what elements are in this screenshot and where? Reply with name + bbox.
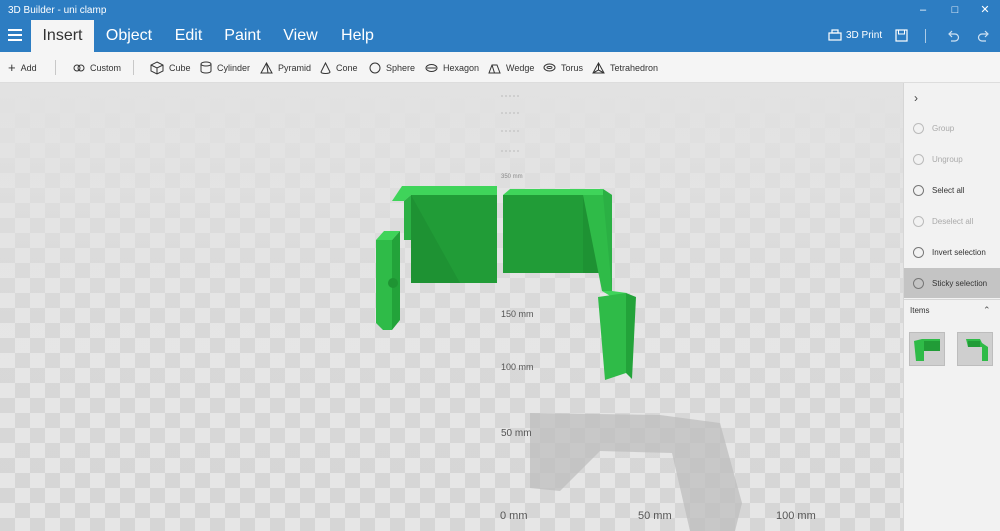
ungroup-label: Ungroup — [932, 154, 963, 164]
panel-divider — [904, 299, 1000, 300]
deselect-all-label: Deselect all — [932, 216, 974, 226]
3d-print-button[interactable]: 3D Print — [828, 20, 882, 52]
custom-button[interactable]: Custom — [73, 52, 121, 83]
torus-label: Torus — [561, 62, 584, 73]
cylinder-icon — [200, 61, 212, 74]
plus-icon: + — [8, 60, 16, 75]
printer-icon — [828, 29, 842, 41]
3d-print-label: 3D Print — [846, 30, 883, 41]
cone-button[interactable]: Cone — [320, 52, 358, 83]
tab-view[interactable]: View — [278, 20, 323, 52]
left-clamp-thumbnail-icon — [914, 339, 940, 361]
tetrahedron-label: Tetrahedron — [610, 62, 659, 73]
cylinder-label: Cylinder — [217, 62, 251, 73]
deselect-all-button[interactable]: Deselect all — [904, 206, 1000, 236]
sticky-selection-toggle[interactable]: Sticky selection — [904, 268, 1000, 298]
maximize-button[interactable]: □ — [940, 0, 970, 20]
ruler-label-100mm: 100 mm — [776, 510, 816, 522]
ruler-label-50: 50 mm — [501, 428, 532, 439]
deselect-all-icon — [913, 215, 924, 227]
distance-fog — [0, 83, 903, 531]
torus-icon — [543, 63, 556, 72]
ungroup-button[interactable]: Ungroup — [904, 144, 1000, 174]
invert-selection-icon — [913, 246, 924, 258]
select-all-icon — [913, 184, 924, 196]
add-button[interactable]: + Add — [8, 52, 37, 83]
sphere-label: Sphere — [386, 62, 416, 73]
tetrahedron-button[interactable]: Tetrahedron — [592, 52, 658, 83]
collapse-panel-chevron-icon[interactable]: › — [914, 91, 918, 105]
ruler-label-0mm: 0 mm — [500, 510, 528, 522]
cylinder-button[interactable]: Cylinder — [200, 52, 250, 83]
tetrahedron-icon — [592, 61, 605, 73]
ribbon-separator — [925, 29, 926, 43]
wedge-icon — [488, 64, 501, 73]
pyramid-label: Pyramid — [278, 62, 312, 73]
add-label: Add — [20, 62, 37, 73]
item-thumbnail-left-clamp[interactable] — [909, 332, 945, 366]
hexagon-button[interactable]: Hexagon — [425, 52, 479, 83]
collapse-items-chevron-icon[interactable]: ⌃ — [983, 305, 991, 316]
cube-label: Cube — [169, 62, 191, 73]
ribbon-tabs: Insert Object Edit Paint View Help 3D Pr… — [0, 20, 1000, 52]
pyramid-button[interactable]: Pyramid — [260, 52, 311, 83]
hexagon-icon — [425, 63, 438, 72]
ruler-label-350: 350 mm — [501, 174, 523, 180]
tab-edit[interactable]: Edit — [166, 20, 211, 52]
custom-shapes-icon — [73, 64, 85, 71]
insert-toolbar: + Add Custom Cube Cylinder Pyramid Cone … — [0, 52, 1000, 83]
toolbar-separator — [133, 60, 134, 75]
cone-icon — [320, 61, 331, 74]
toolbar-separator — [55, 60, 56, 75]
invert-selection-button[interactable]: Invert selection — [904, 237, 1000, 267]
redo-icon[interactable] — [977, 29, 991, 43]
select-all-button[interactable]: Select all — [904, 175, 1000, 205]
ruler-label-150: 150 mm — [501, 309, 534, 319]
tab-object[interactable]: Object — [98, 20, 160, 52]
minimize-button[interactable]: – — [908, 0, 938, 20]
sticky-selection-label: Sticky selection — [932, 278, 988, 288]
title-bar: 3D Builder - uni clamp – □ ✕ — [0, 0, 1000, 20]
wedge-button[interactable]: Wedge — [488, 52, 534, 83]
wedge-label: Wedge — [506, 62, 535, 73]
select-all-label: Select all — [932, 185, 965, 195]
cube-button[interactable]: Cube — [150, 52, 191, 83]
tab-paint[interactable]: Paint — [220, 20, 265, 52]
sphere-icon — [369, 62, 381, 73]
group-icon — [913, 122, 924, 134]
ruler-label-100: 100 mm — [501, 362, 534, 372]
hexagon-label: Hexagon — [443, 62, 480, 73]
sphere-button[interactable]: Sphere — [369, 52, 415, 83]
torus-button[interactable]: Torus — [543, 52, 583, 83]
save-icon[interactable] — [895, 29, 908, 42]
items-header: Items — [910, 306, 930, 315]
selection-panel: › Group Ungroup Select all Deselect all … — [903, 83, 1000, 531]
menu-icon[interactable] — [8, 29, 22, 41]
custom-label: Custom — [90, 62, 122, 73]
sticky-selection-icon — [913, 277, 924, 289]
ruler-label-50mm: 50 mm — [638, 510, 672, 522]
undo-icon[interactable] — [946, 29, 960, 43]
cube-icon — [150, 60, 164, 75]
cone-label: Cone — [336, 62, 358, 73]
right-clamp-thumbnail-icon — [966, 339, 988, 361]
close-button[interactable]: ✕ — [970, 0, 1000, 20]
group-label: Group — [932, 123, 955, 133]
3d-viewport[interactable]: 350 mm 150 mm 100 mm 50 mm 0 mm 50 mm 10… — [0, 83, 903, 531]
scene-canvas[interactable]: 350 mm 150 mm 100 mm 50 mm 0 mm 50 mm 10… — [0, 83, 903, 531]
tab-help[interactable]: Help — [335, 20, 380, 52]
window-title: 3D Builder - uni clamp — [8, 5, 107, 16]
tab-insert[interactable]: Insert — [31, 20, 94, 52]
ungroup-icon — [913, 153, 924, 165]
item-thumbnail-right-clamp[interactable] — [957, 332, 993, 366]
group-button[interactable]: Group — [904, 113, 1000, 143]
pyramid-icon — [260, 61, 273, 73]
invert-selection-label: Invert selection — [932, 247, 986, 257]
